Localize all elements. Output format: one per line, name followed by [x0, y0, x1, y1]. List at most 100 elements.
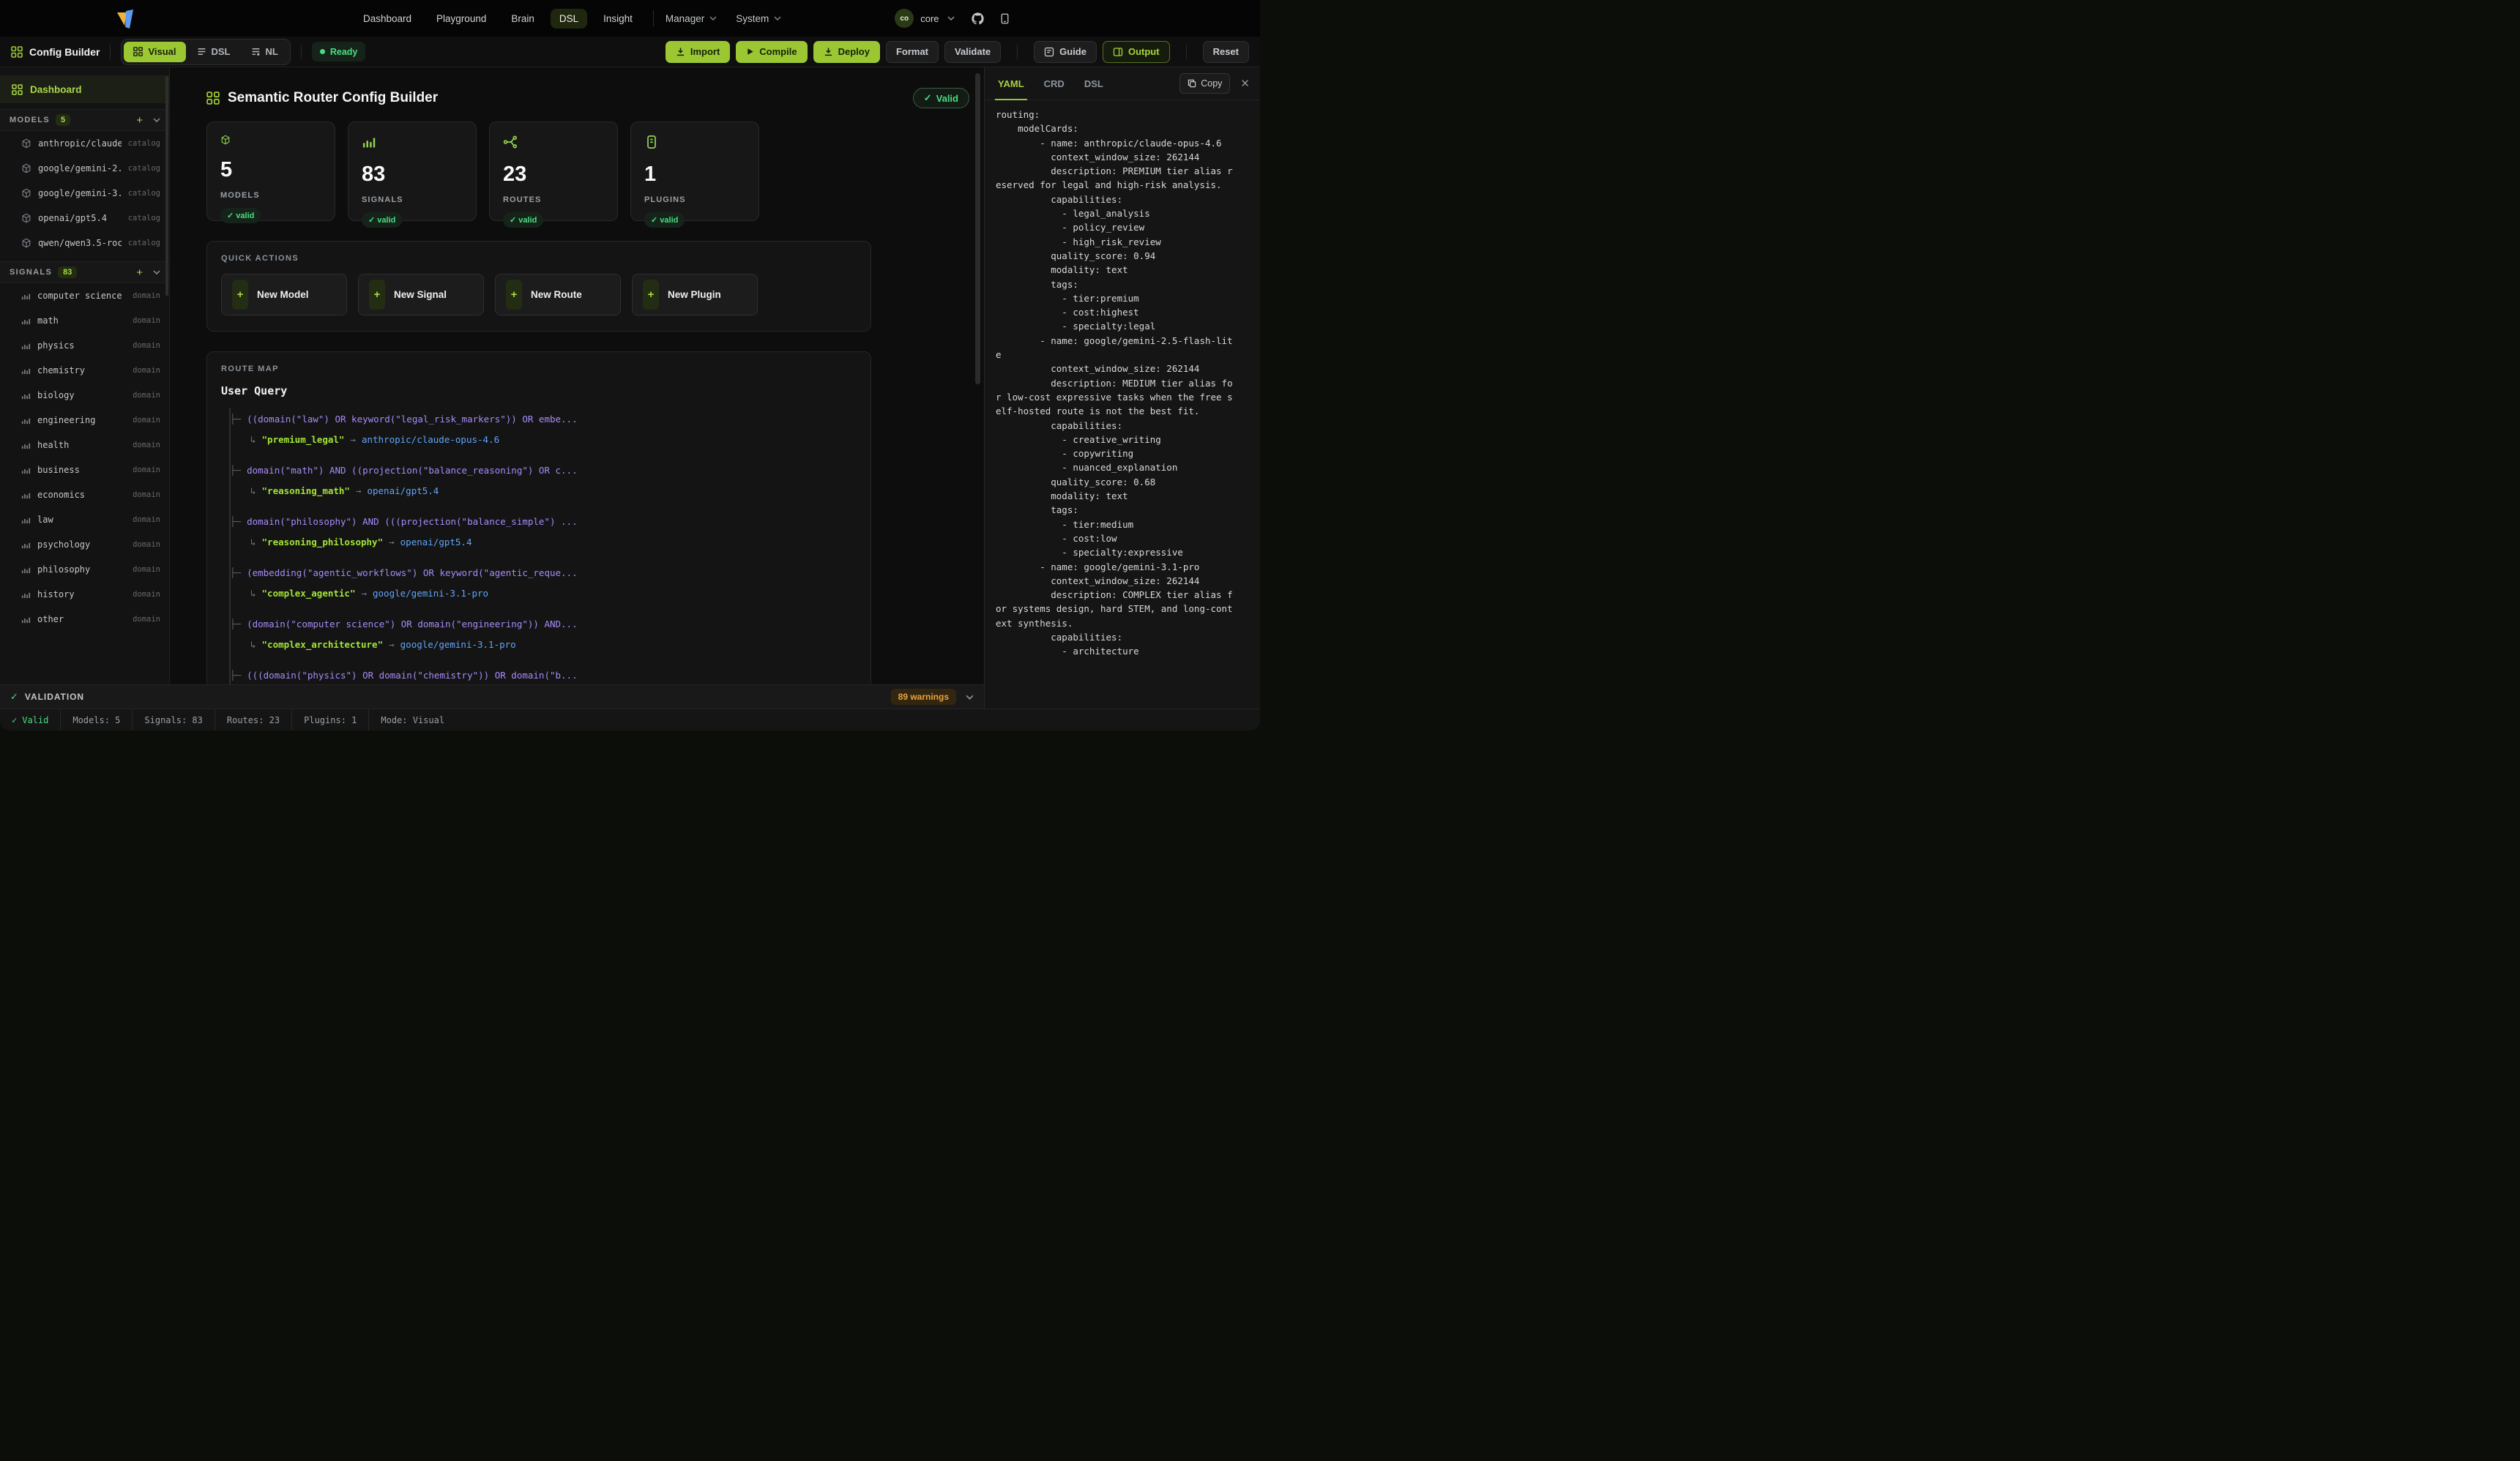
yaml-viewer[interactable]: routing: modelCards: - name: anthropic/c…	[985, 100, 1260, 709]
stat-card-models: 5MODELS✓ valid	[206, 122, 335, 221]
bars-icon	[21, 515, 31, 525]
grid-icon	[206, 91, 220, 105]
sidebar-scrollbar[interactable]	[165, 76, 168, 296]
sidebar-item-history[interactable]: historydomain	[0, 582, 169, 607]
new-route-button[interactable]: +New Route	[495, 274, 621, 315]
new-model-button[interactable]: +New Model	[221, 274, 347, 315]
lines-dot-icon	[251, 47, 261, 56]
sidebar-item-psychology[interactable]: psychologydomain	[0, 532, 169, 557]
route-map-title: ROUTE MAP	[221, 365, 857, 373]
output-tab-crd[interactable]: CRD	[1044, 67, 1065, 100]
close-output-icon[interactable]: ✕	[1240, 77, 1250, 90]
sidebar-item-health[interactable]: healthdomain	[0, 433, 169, 457]
mode-tab-nl[interactable]: NL	[242, 42, 288, 62]
sidebar-item-chemistry[interactable]: chemistrydomain	[0, 358, 169, 383]
route-map-tree: ├─((domain("law") OR keyword("legal_risk…	[229, 408, 857, 684]
bars-icon	[21, 341, 31, 351]
sidebar-item-anthropic-claude-[interactable]: anthropic/claude…catalog	[0, 131, 169, 156]
sidebar-item-google-gemini-2-[interactable]: google/gemini-2.…catalog	[0, 156, 169, 181]
validation-chevron-down-icon[interactable]	[966, 695, 974, 700]
collapse-chevron-icon[interactable]	[152, 269, 162, 276]
sidebar-item-label: health	[37, 440, 126, 450]
sidebar-item-dashboard[interactable]: Dashboard	[0, 75, 169, 103]
nav-link-playground[interactable]: Playground	[428, 9, 495, 29]
route-model: openai/gpt5.4	[367, 484, 439, 498]
nav-link-brain[interactable]: Brain	[502, 9, 543, 29]
sidebar-item-other[interactable]: otherdomain	[0, 607, 169, 632]
guide-button[interactable]: Guide	[1034, 41, 1097, 63]
sidebar-item-biology[interactable]: biologydomain	[0, 383, 169, 408]
route-node[interactable]: ├─((domain("law") OR keyword("legal_risk…	[231, 412, 857, 446]
compile-button[interactable]: Compile	[736, 41, 807, 63]
sidebar-item-label: biology	[37, 390, 126, 400]
user-chevron-down-icon[interactable]	[946, 15, 956, 22]
sidebar-item-tag: domain	[133, 466, 160, 474]
validate-button[interactable]: Validate	[944, 41, 1001, 63]
collapse-chevron-icon[interactable]	[152, 116, 162, 124]
device-icon[interactable]	[999, 13, 1010, 24]
route-node[interactable]: ├─(domain("computer science") OR domain(…	[231, 617, 857, 651]
copy-button[interactable]: Copy	[1179, 73, 1230, 94]
sidebar-item-tag: domain	[133, 490, 160, 499]
route-node[interactable]: ├─(embedding("agentic_workflows") OR key…	[231, 566, 857, 600]
brand-logo-icon[interactable]	[116, 7, 135, 29]
sidebar-item-physics[interactable]: physicsdomain	[0, 333, 169, 358]
nav-link-insight[interactable]: Insight	[594, 9, 641, 29]
output-tab-yaml[interactable]: YAML	[998, 67, 1024, 100]
stat-label: ROUTES	[503, 195, 604, 204]
sidebar-item-label: business	[37, 465, 126, 475]
user-name[interactable]: core	[920, 13, 939, 24]
mode-tab-label: Visual	[148, 46, 176, 57]
sidebar-item-openai-gpt5-4[interactable]: openai/gpt5.4catalog	[0, 206, 169, 231]
arrow-icon: →	[389, 638, 395, 651]
format-button[interactable]: Format	[886, 41, 939, 63]
sidebar-item-label: google/gemini-2.…	[38, 163, 122, 173]
sidebar-item-tag: catalog	[128, 239, 160, 247]
bars-icon	[21, 391, 31, 400]
deploy-button[interactable]: Deploy	[813, 41, 880, 63]
nav-link-dashboard[interactable]: Dashboard	[354, 9, 420, 29]
add-signals-button[interactable]: +	[133, 266, 146, 280]
output-tab-dsl[interactable]: DSL	[1084, 67, 1103, 100]
nav-dropdown-manager[interactable]: Manager	[666, 13, 717, 24]
mode-tab-label: NL	[266, 46, 278, 57]
sidebar-item-philosophy[interactable]: philosophydomain	[0, 557, 169, 582]
bars-icon	[21, 590, 31, 599]
mode-tab-label: DSL	[212, 46, 231, 57]
sidebar-item-google-gemini-3-[interactable]: google/gemini-3.…catalog	[0, 181, 169, 206]
route-node[interactable]: ├─domain("philosophy") AND (((projection…	[231, 515, 857, 549]
reset-button[interactable]: Reset	[1203, 41, 1249, 63]
branch-icon: ├─	[230, 412, 241, 426]
route-node[interactable]: ├─domain("math") AND ((projection("balan…	[231, 463, 857, 498]
chevron-down-icon	[774, 16, 781, 20]
sidebar-item-law[interactable]: lawdomain	[0, 507, 169, 532]
sidebar-item-computer-science[interactable]: computer sciencedomain	[0, 283, 169, 308]
import-button[interactable]: Import	[666, 41, 730, 63]
route-node[interactable]: ├─(((domain("physics") OR domain("chemis…	[231, 668, 857, 684]
sidebar-item-economics[interactable]: economicsdomain	[0, 482, 169, 507]
sidebar-section-count-badge: 5	[56, 114, 70, 126]
mode-tab-dsl[interactable]: DSL	[187, 42, 240, 62]
sidebar-item-tag: domain	[133, 515, 160, 524]
new-plugin-button[interactable]: +New Plugin	[632, 274, 758, 315]
valid-status-badge: ✓ Valid	[913, 88, 969, 108]
add-models-button[interactable]: +	[133, 113, 146, 127]
sidebar-section-header-models: MODELS5+	[0, 109, 169, 131]
sidebar-item-label: openai/gpt5.4	[38, 213, 122, 223]
output-columns-icon	[1113, 47, 1123, 57]
builder-title-label: Config Builder	[29, 46, 100, 58]
nav-link-dsl[interactable]: DSL	[551, 9, 587, 29]
mode-tab-visual[interactable]: Visual	[124, 42, 185, 62]
new-signal-button[interactable]: +New Signal	[358, 274, 484, 315]
toolbar-divider	[110, 45, 111, 59]
validation-bar[interactable]: ✓ VALIDATION 89 warnings	[0, 684, 984, 709]
main-scrollbar[interactable]	[975, 73, 980, 384]
sidebar-item-qwen-qwen3-5-rocm[interactable]: qwen/qwen3.5-rocmcatalog	[0, 231, 169, 255]
sidebar-item-math[interactable]: mathdomain	[0, 308, 169, 333]
github-icon[interactable]	[972, 12, 984, 25]
nav-dropdown-system[interactable]: System	[736, 13, 781, 24]
sidebar-item-business[interactable]: business domain	[0, 457, 169, 482]
avatar[interactable]: co	[895, 9, 914, 28]
output-toggle-button[interactable]: Output	[1103, 41, 1170, 63]
sidebar-item-engineering[interactable]: engineeringdomain	[0, 408, 169, 433]
